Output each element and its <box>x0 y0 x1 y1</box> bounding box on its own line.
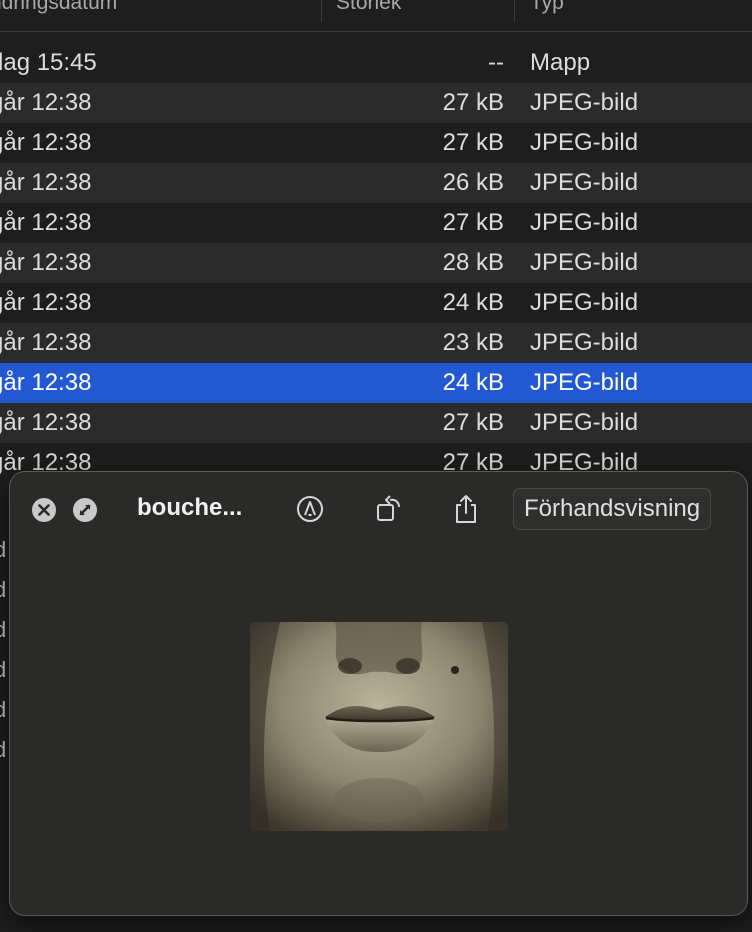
file-size: 26 kB <box>442 169 504 196</box>
file-kind: JPEG-bild <box>530 89 639 116</box>
file-kind: JPEG-bild <box>530 169 639 196</box>
file-size: 23 kB <box>442 329 504 356</box>
column-separator[interactable] <box>514 0 515 22</box>
file-kind: JPEG-bild <box>530 409 639 436</box>
file-kind: JPEG-bild <box>530 249 639 276</box>
file-modified-date: går 12:38 <box>0 169 92 196</box>
markup-icon[interactable] <box>293 492 327 526</box>
file-size: 24 kB <box>442 369 504 396</box>
file-modified-date: går 12:38 <box>0 369 92 396</box>
file-kind: JPEG-bild <box>530 209 639 236</box>
clipped-glyph: d <box>0 617 7 642</box>
column-modified-date[interactable]: ndringsdatum <box>0 0 117 15</box>
file-modified-date: går 12:38 <box>0 89 92 116</box>
file-size: 24 kB <box>442 289 504 316</box>
clipped-glyph: d <box>0 737 7 762</box>
rotate-icon[interactable] <box>372 492 406 526</box>
quicklook-toolbar: bouche... Förhandsvisning <box>10 472 747 546</box>
file-kind: JPEG-bild <box>530 369 639 396</box>
file-modified-date: dag 15:45 <box>0 49 97 76</box>
file-kind: JPEG-bild <box>530 289 639 316</box>
quicklook-title: bouche... <box>137 494 243 521</box>
file-row[interactable]: går 12:38 27 kB JPEG-bild <box>0 203 752 243</box>
file-modified-date: går 12:38 <box>0 289 92 316</box>
file-kind: JPEG-bild <box>530 129 639 156</box>
clipped-glyph: d <box>0 697 7 722</box>
file-modified-date: går 12:38 <box>0 209 92 236</box>
column-size[interactable]: Storlek <box>336 0 401 15</box>
file-modified-date: går 12:38 <box>0 249 92 276</box>
file-kind: JPEG-bild <box>530 329 639 356</box>
fullscreen-icon[interactable] <box>73 498 97 522</box>
file-modified-date: går 12:38 <box>0 129 92 156</box>
image-preview <box>250 622 508 831</box>
file-row[interactable]: går 12:38 27 kB JPEG-bild <box>0 403 752 443</box>
file-row[interactable]: går 12:38 26 kB JPEG-bild <box>0 163 752 203</box>
open-with-preview-button[interactable]: Förhandsvisning <box>513 488 712 530</box>
file-size: 28 kB <box>442 249 504 276</box>
file-size: -- <box>488 49 504 76</box>
file-modified-date: går 12:38 <box>0 409 92 436</box>
clipped-glyph: d <box>0 657 7 682</box>
file-size: 27 kB <box>442 209 504 236</box>
file-row[interactable]: går 12:38 28 kB JPEG-bild <box>0 243 752 283</box>
file-kind: Mapp <box>530 49 591 76</box>
column-separator[interactable] <box>321 0 322 22</box>
share-icon[interactable] <box>449 492 483 526</box>
file-row[interactable]: går 12:38 23 kB JPEG-bild <box>0 323 752 363</box>
file-row[interactable]: går 12:38 27 kB JPEG-bild <box>0 83 752 123</box>
clipped-glyph: d <box>0 577 7 602</box>
file-row[interactable]: går 12:38 24 kB JPEG-bild <box>0 363 752 403</box>
column-header: ndringsdatum Storlek Typ <box>0 0 752 32</box>
quicklook-panel: bouche... Förhandsvisning <box>9 471 748 916</box>
file-size: 27 kB <box>442 409 504 436</box>
file-row[interactable]: dag 15:45 -- Mapp <box>0 43 752 83</box>
clipped-glyph: d <box>0 537 7 562</box>
file-list: dag 15:45 -- Mapp går 12:38 27 kB JPEG-bild gå… <box>0 43 752 483</box>
file-row[interactable]: går 12:38 24 kB JPEG-bild <box>0 283 752 323</box>
file-row[interactable]: går 12:38 27 kB JPEG-bild <box>0 123 752 163</box>
file-size: 27 kB <box>442 129 504 156</box>
file-modified-date: går 12:38 <box>0 329 92 356</box>
file-size: 27 kB <box>442 89 504 116</box>
column-type[interactable]: Typ <box>530 0 564 15</box>
close-icon[interactable] <box>32 498 56 522</box>
